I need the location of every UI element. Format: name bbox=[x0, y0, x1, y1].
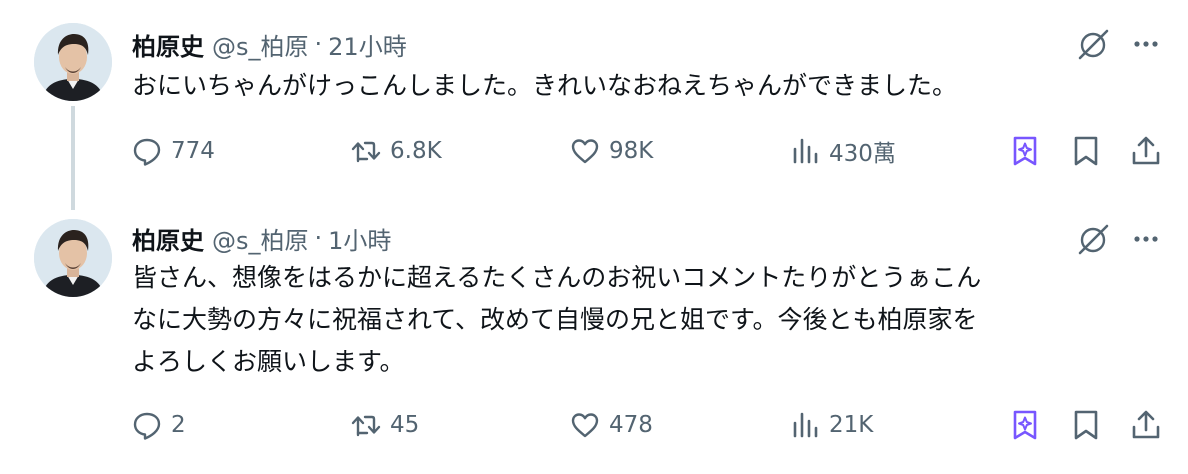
share-button[interactable] bbox=[1128, 133, 1164, 169]
grok-icon[interactable] bbox=[1074, 26, 1112, 64]
tweet-text-line: 皆さん、想像をはるかに超えるたくさんのお祝いコメントたりがとうぁこん bbox=[132, 263, 982, 292]
grok-bookmark-icon bbox=[1013, 136, 1037, 166]
views-icon bbox=[793, 412, 818, 438]
avatar[interactable] bbox=[34, 23, 112, 101]
share-icon bbox=[1132, 410, 1160, 439]
bookmark-button[interactable] bbox=[1068, 407, 1104, 443]
share-button[interactable] bbox=[1128, 407, 1164, 443]
separator: · bbox=[314, 30, 323, 58]
grok-bookmark-icon bbox=[1013, 410, 1037, 440]
view-count: 21K bbox=[829, 412, 874, 438]
user-handle[interactable]: @s_柏原 bbox=[212, 221, 309, 256]
reply-count: 774 bbox=[171, 138, 215, 164]
retweet-button[interactable]: 6.8K bbox=[350, 131, 442, 171]
tweet-header: 柏原史 @s_柏原 · 21小時 bbox=[132, 26, 407, 62]
tweet-text-line: なに大勢の方々に祝福されて、改めて自慢の兄と姐です。今後とも柏原家を bbox=[132, 305, 978, 334]
tweet-text-line: おにいちゃんがけっこんしました。きれいなおねえちゃんができました。 bbox=[132, 71, 958, 100]
views-button[interactable]: 430萬 bbox=[789, 131, 896, 171]
grok-bookmark-button[interactable] bbox=[1007, 407, 1043, 443]
separator: · bbox=[314, 224, 323, 252]
tweet[interactable]: 柏原史 @s_柏原 · 1小時 皆さん、想像をはるかに超えるたくさんのお祝いコメ… bbox=[0, 200, 1188, 474]
bookmark-icon bbox=[1074, 410, 1098, 440]
user-handle[interactable]: @s_柏原 bbox=[212, 27, 309, 62]
retweet-icon bbox=[351, 415, 381, 437]
reply-icon bbox=[133, 412, 161, 440]
tweet[interactable]: 柏原史 @s_柏原 · 21小時 おにいちゃんがけっこんしました。きれいなおねえ… bbox=[0, 0, 1188, 200]
tweet-text-line: よろしくお願いします。 bbox=[132, 347, 405, 376]
like-button[interactable]: 478 bbox=[569, 405, 653, 445]
tweet-text: おにいちゃんがけっこんしました。きれいなおねえちゃんができました。 bbox=[132, 65, 1162, 107]
share-icon bbox=[1132, 136, 1160, 165]
timestamp[interactable]: 21小時 bbox=[328, 27, 407, 62]
more-icon[interactable] bbox=[1128, 221, 1164, 257]
retweet-count: 45 bbox=[390, 412, 420, 438]
more-icon[interactable] bbox=[1128, 26, 1164, 62]
reply-button[interactable]: 2 bbox=[131, 405, 186, 445]
display-name[interactable]: 柏原史 bbox=[132, 221, 204, 256]
like-button[interactable]: 98K bbox=[569, 131, 653, 171]
retweet-count: 6.8K bbox=[390, 138, 442, 164]
bookmark-button[interactable] bbox=[1068, 133, 1104, 169]
grok-icon[interactable] bbox=[1074, 221, 1112, 259]
like-count: 98K bbox=[609, 138, 654, 164]
view-count: 430萬 bbox=[829, 141, 896, 167]
bookmark-icon bbox=[1074, 136, 1098, 166]
tweet-header: 柏原史 @s_柏原 · 1小時 bbox=[132, 220, 391, 256]
display-name[interactable]: 柏原史 bbox=[132, 27, 204, 62]
retweet-icon bbox=[351, 141, 381, 163]
reply-button[interactable]: 774 bbox=[131, 131, 215, 171]
grok-bookmark-button[interactable] bbox=[1007, 133, 1043, 169]
reply-icon bbox=[133, 138, 161, 166]
retweet-button[interactable]: 45 bbox=[350, 405, 419, 445]
reply-count: 2 bbox=[171, 412, 186, 438]
like-count: 478 bbox=[609, 412, 653, 438]
avatar[interactable] bbox=[34, 219, 112, 297]
views-icon bbox=[793, 138, 818, 164]
heart-icon bbox=[571, 413, 599, 438]
tweet-text: 皆さん、想像をはるかに超えるたくさんのお祝いコメントたりがとうぁこん なに大勢の… bbox=[132, 257, 1162, 383]
views-button[interactable]: 21K bbox=[789, 405, 873, 445]
timestamp[interactable]: 1小時 bbox=[328, 221, 391, 256]
heart-icon bbox=[571, 139, 599, 164]
